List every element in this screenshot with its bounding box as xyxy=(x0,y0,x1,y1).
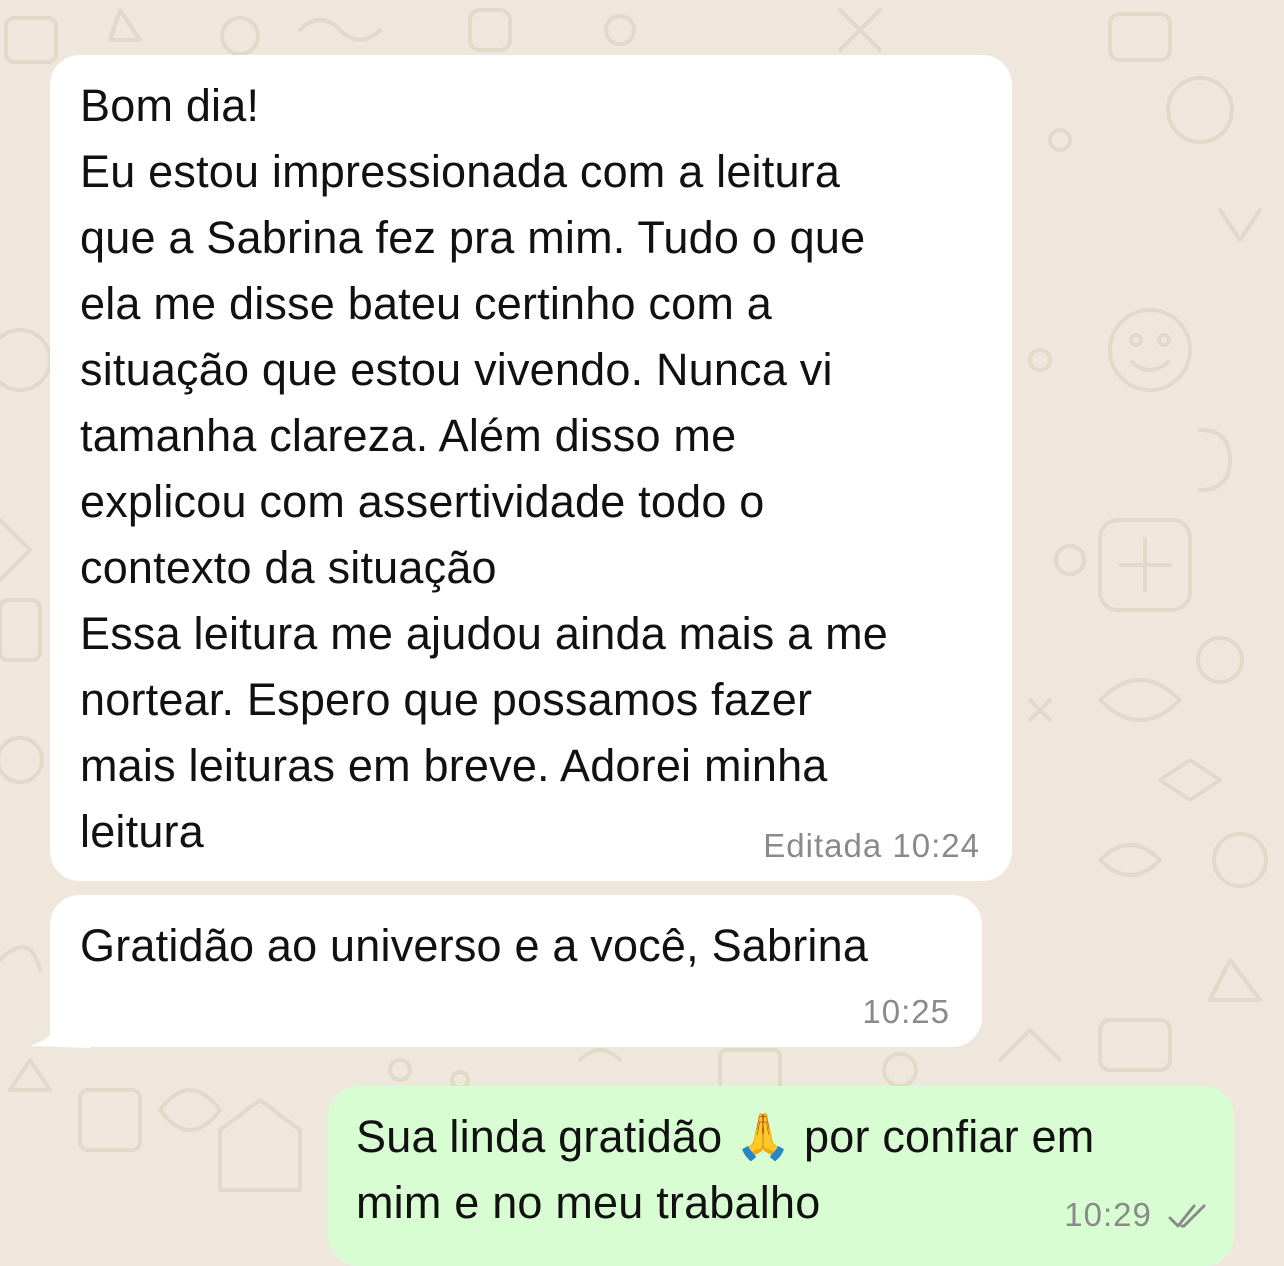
message-bubble-incoming[interactable]: Gratidão ao universo e a você, Sabrina 1… xyxy=(50,895,982,1047)
message-time: 10:24 xyxy=(892,827,980,864)
message-bubble-outgoing[interactable]: Sua linda gratidão 🙏 por confiar em mim … xyxy=(328,1086,1234,1266)
message-meta: Editada 10:24 xyxy=(763,827,980,865)
message-meta: 10:25 xyxy=(862,993,950,1031)
message-bubble-incoming[interactable]: Bom dia! Eu estou impressionada com a le… xyxy=(50,55,1012,881)
double-check-icon xyxy=(1168,1204,1206,1228)
message-text: Gratidão ao universo e a você, Sabrina xyxy=(80,920,869,971)
message-time: 10:29 xyxy=(1064,1196,1152,1233)
message-time: 10:25 xyxy=(862,993,950,1030)
edited-label: Editada xyxy=(763,827,883,864)
message-meta: 10:29 xyxy=(1064,1196,1208,1234)
message-text: Bom dia! Eu estou impressionada com a le… xyxy=(80,80,889,857)
